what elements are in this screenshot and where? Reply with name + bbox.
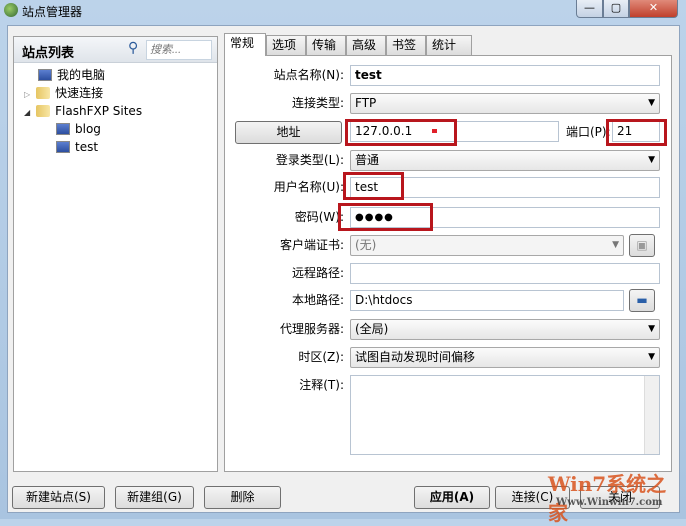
remote-path-input[interactable]	[350, 263, 660, 284]
site-tree: 我的电脑 ▷ 快速连接 ◢ FlashFXP Sites blog test	[24, 66, 142, 156]
timezone-select[interactable]: 试图自动发现时间偏移	[350, 347, 660, 368]
minimize-button[interactable]: —	[576, 0, 603, 18]
tree-item-my-computer[interactable]: 我的电脑	[24, 66, 142, 84]
tree-item-blog[interactable]: blog	[24, 120, 142, 138]
tree-item-test[interactable]: test	[24, 138, 142, 156]
watermark-url: Www.Winwin7.com	[556, 497, 663, 508]
tree-item-quick-connect[interactable]: ▷ 快速连接	[24, 84, 142, 102]
tree-label: FlashFXP Sites	[55, 104, 143, 118]
new-site-button[interactable]: 新建站点(S)	[12, 486, 105, 509]
address-button[interactable]: 地址	[235, 121, 342, 144]
tab-advanced[interactable]: 高级	[346, 35, 386, 55]
remote-path-label: 远程路径:	[291, 266, 344, 280]
tab-general[interactable]: 常规	[224, 33, 266, 56]
window-title: 站点管理器	[22, 5, 83, 19]
tab-statistics[interactable]: 统计	[426, 35, 472, 55]
folder-browse-button[interactable]: ▬	[629, 289, 655, 312]
close-window-button[interactable]: ✕	[629, 0, 678, 18]
new-group-button[interactable]: 新建组(G)	[115, 486, 194, 509]
tree-label: 我的电脑	[57, 68, 106, 82]
cert-browse-button[interactable]: ▣	[629, 234, 655, 257]
site-name-input[interactable]: test	[350, 65, 660, 86]
highlight-port	[606, 119, 667, 146]
site-list-panel: 站点列表 ⚲ 我的电脑 ▷ 快速连接 ◢ FlashFXP Sites blog t…	[13, 36, 218, 472]
monitor-icon	[56, 123, 70, 135]
site-name-label: 站点名称(N):	[273, 68, 344, 82]
tree-item-flashfxp-sites[interactable]: ◢ FlashFXP Sites	[24, 102, 142, 120]
site-search-input[interactable]	[146, 40, 212, 60]
timezone-label: 时区(Z):	[298, 350, 344, 364]
highlight-address	[345, 119, 457, 146]
notes-textarea[interactable]	[350, 375, 660, 455]
tree-label: test	[75, 140, 99, 154]
conn-type-label: 连接类型:	[291, 96, 344, 110]
highlight-password	[338, 203, 433, 231]
collapse-icon[interactable]: ◢	[24, 108, 30, 117]
computer-icon	[38, 69, 52, 81]
login-type-label: 登录类型(L):	[275, 153, 344, 167]
folder-icon	[36, 87, 51, 99]
tree-label: blog	[75, 122, 101, 136]
conn-type-select[interactable]: FTP	[350, 93, 660, 114]
expand-icon[interactable]: ▷	[24, 90, 30, 99]
proxy-label: 代理服务器:	[279, 322, 344, 336]
folder-icon	[36, 105, 51, 117]
site-list-title: 站点列表	[22, 46, 75, 61]
apply-button[interactable]: 应用(A)	[414, 486, 490, 509]
app-icon	[4, 3, 18, 17]
delete-button[interactable]: 删除	[204, 486, 281, 509]
tree-label: 快速连接	[55, 86, 104, 100]
port-label: 端口(P):	[566, 125, 611, 139]
monitor-icon	[56, 141, 70, 153]
cert-label: 客户端证书:	[279, 238, 344, 252]
tab-bookmarks[interactable]: 书签	[386, 35, 426, 55]
highlight-username	[343, 172, 404, 200]
notes-label: 注释(T):	[299, 378, 344, 392]
proxy-select[interactable]: (全局)	[350, 319, 660, 340]
local-path-input[interactable]: D:\htdocs	[350, 290, 624, 311]
password-label: 密码(W):	[294, 210, 344, 224]
tab-options[interactable]: 选项	[266, 35, 306, 55]
notes-scrollbar[interactable]	[644, 376, 659, 454]
maximize-button[interactable]: ▢	[603, 0, 629, 18]
site-list-header: 站点列表 ⚲	[14, 37, 217, 63]
tab-transfer[interactable]: 传输	[306, 35, 346, 55]
username-label: 用户名称(U):	[273, 180, 344, 194]
local-path-label: 本地路径:	[291, 293, 344, 307]
search-icon[interactable]: ⚲	[128, 40, 138, 56]
login-type-select[interactable]: 普通	[350, 150, 660, 171]
cert-select[interactable]: (无)	[350, 235, 624, 256]
